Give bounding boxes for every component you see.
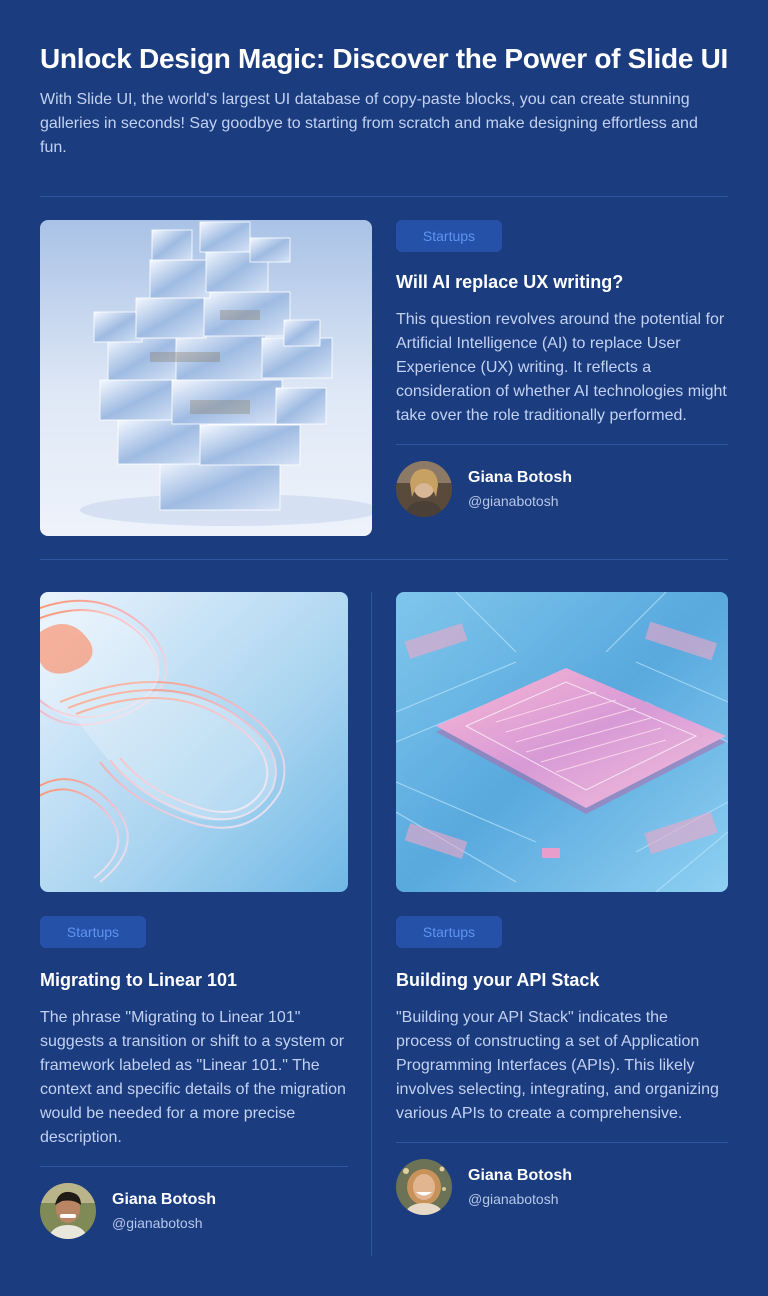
card-divider bbox=[396, 444, 728, 445]
category-tag[interactable]: Startups bbox=[396, 220, 502, 252]
column-divider bbox=[371, 592, 372, 1256]
avatar[interactable] bbox=[40, 1183, 96, 1239]
post-excerpt: This question revolves around the potent… bbox=[396, 311, 727, 424]
author-block[interactable]: Giana Botosh @gianabotosh bbox=[396, 461, 728, 517]
author-info: Giana Botosh @gianabotosh bbox=[468, 1166, 572, 1208]
post-card-linear[interactable]: Startups Migrating to Linear 101 The phr… bbox=[40, 592, 348, 1239]
author-info: Giana Botosh @gianabotosh bbox=[112, 1190, 216, 1232]
author-info: Giana Botosh @gianabotosh bbox=[468, 468, 572, 510]
section-divider bbox=[40, 559, 728, 560]
page-subtitle: With Slide UI, the world's largest UI da… bbox=[40, 91, 698, 156]
post-excerpt: The phrase "Migrating to Linear 101" sug… bbox=[40, 1009, 346, 1146]
author-name[interactable]: Giana Botosh bbox=[468, 1166, 572, 1186]
category-tag[interactable]: Startups bbox=[40, 916, 146, 948]
author-handle: @gianabotosh bbox=[468, 1191, 559, 1207]
post-image-glass-cubes[interactable] bbox=[40, 220, 372, 536]
author-handle: @gianabotosh bbox=[112, 1215, 203, 1231]
page-title: Unlock Design Magic: Discover the Power … bbox=[40, 43, 728, 74]
post-title[interactable]: Building your API Stack bbox=[396, 968, 728, 992]
card-divider bbox=[396, 1142, 728, 1143]
avatar[interactable] bbox=[396, 461, 452, 517]
author-name[interactable]: Giana Botosh bbox=[468, 468, 572, 488]
author-block[interactable]: Giana Botosh @gianabotosh bbox=[40, 1183, 348, 1239]
author-handle: @gianabotosh bbox=[468, 493, 559, 509]
category-tag[interactable]: Startups bbox=[396, 916, 502, 948]
post-title[interactable]: Will AI replace UX writing? bbox=[396, 270, 728, 294]
card-divider bbox=[40, 1166, 348, 1167]
header-divider bbox=[40, 196, 728, 197]
author-name[interactable]: Giana Botosh bbox=[112, 1190, 216, 1210]
post-image-circuit-chip[interactable] bbox=[396, 592, 728, 892]
post-excerpt: "Building your API Stack" indicates the … bbox=[396, 1009, 719, 1122]
featured-post-body: Startups Will AI replace UX writing? Thi… bbox=[396, 220, 728, 517]
blog-page: Unlock Design Magic: Discover the Power … bbox=[0, 0, 768, 1296]
avatar[interactable] bbox=[396, 1159, 452, 1215]
author-block[interactable]: Giana Botosh @gianabotosh bbox=[396, 1159, 728, 1215]
featured-post-card[interactable]: Startups Will AI replace UX writing? Thi… bbox=[40, 220, 728, 536]
post-title[interactable]: Migrating to Linear 101 bbox=[40, 968, 348, 992]
page-header: Unlock Design Magic: Discover the Power … bbox=[40, 0, 728, 160]
post-image-glass-waves[interactable] bbox=[40, 592, 348, 892]
post-card-api[interactable]: Startups Building your API Stack "Buildi… bbox=[396, 592, 728, 1215]
